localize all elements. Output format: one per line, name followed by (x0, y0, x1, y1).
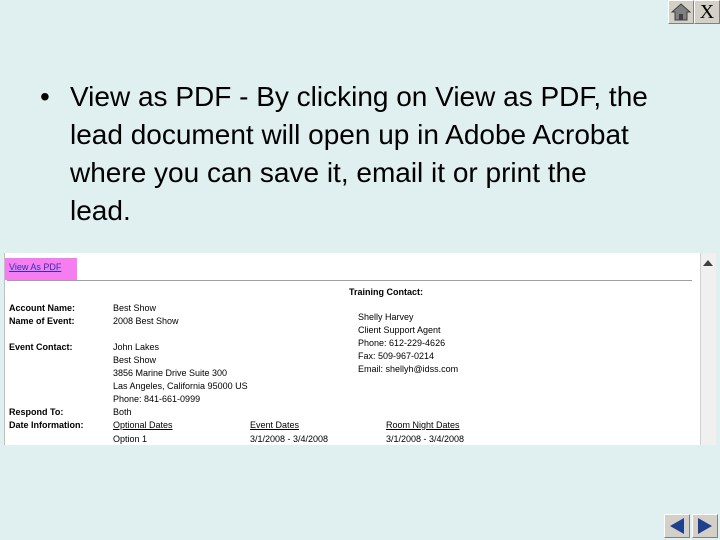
trainer-title: Client Support Agent (358, 325, 441, 335)
contact-company: Best Show (113, 355, 157, 365)
bullet-marker: • (40, 81, 50, 112)
date-information-label: Date Information: (9, 420, 84, 430)
training-contact-label: Training Contact: (349, 287, 423, 297)
event-dates-value: 3/1/2008 - 3/4/2008 (250, 434, 329, 444)
home-icon (671, 3, 691, 21)
header-divider (7, 280, 692, 281)
contact-phone: Phone: 841-661-0999 (113, 394, 201, 404)
contact-name: John Lakes (113, 342, 160, 352)
home-button[interactable] (668, 0, 694, 24)
trainer-phone: Phone: 612-229-4626 (358, 338, 446, 348)
event-name-label: Name of Event: (9, 316, 75, 326)
close-button[interactable]: X (694, 0, 720, 24)
trainer-email: Email: shellyh@idss.com (358, 364, 459, 374)
event-contact-label: Event Contact: (9, 342, 73, 352)
previous-icon (670, 518, 684, 534)
room-night-dates-header: Room Night Dates (386, 420, 460, 430)
close-icon: X (699, 1, 715, 23)
lead-document-preview: View As PDF Training Contact: Shelly Har… (4, 253, 716, 445)
respond-to-label: Respond To: (9, 407, 64, 417)
bullet-item: • View as PDF - By clicking on View as P… (40, 78, 680, 230)
contact-address-line1: 3856 Marine Drive Suite 300 (113, 368, 228, 378)
event-dates-header: Event Dates (250, 420, 300, 430)
document-scrollbar[interactable] (700, 253, 716, 445)
slide-top-controls: X (668, 0, 720, 24)
trainer-fax: Fax: 509-967-0214 (358, 351, 435, 361)
account-name-label: Account Name: (9, 303, 76, 313)
account-name-value: Best Show (113, 303, 157, 313)
bullet-text: View as PDF - By clicking on View as PDF… (70, 81, 648, 226)
next-icon (698, 518, 712, 534)
view-as-pdf-link[interactable]: View As PDF (9, 262, 61, 272)
trainer-name: Shelly Harvey (358, 312, 414, 322)
respond-to-value: Both (113, 407, 132, 417)
optional-dates-value: Option 1 (113, 434, 148, 444)
slide-navigation (664, 514, 718, 538)
room-night-dates-value: 3/1/2008 - 3/4/2008 (386, 434, 465, 444)
scroll-up-icon[interactable] (703, 260, 713, 266)
optional-dates-header: Optional Dates (113, 420, 173, 430)
event-name-value: 2008 Best Show (113, 316, 179, 326)
contact-address-line2: Las Angeles, California 95000 US (113, 381, 248, 391)
previous-slide-button[interactable] (664, 514, 690, 538)
next-slide-button[interactable] (692, 514, 718, 538)
